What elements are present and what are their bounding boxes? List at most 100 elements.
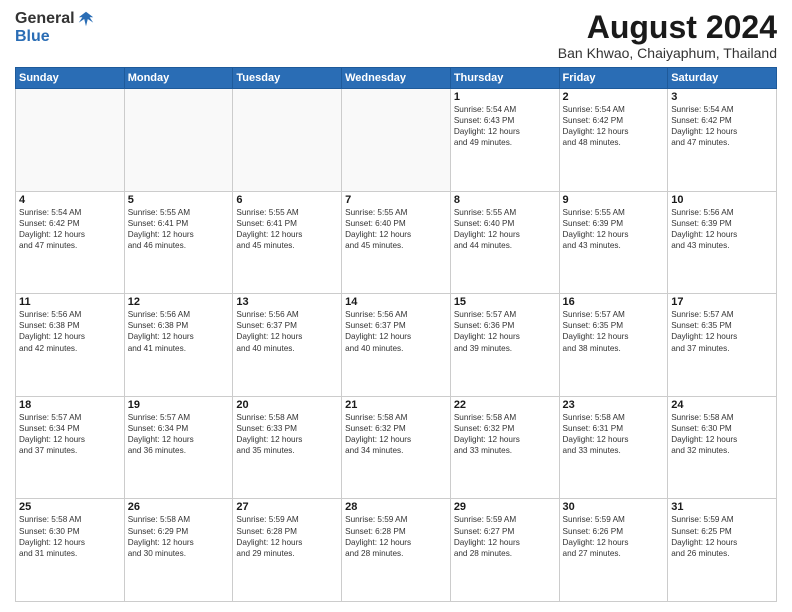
day-number: 29 <box>454 501 556 513</box>
day-number: 14 <box>345 296 447 308</box>
day-info: Sunrise: 5:59 AMSunset: 6:28 PMDaylight:… <box>345 514 447 558</box>
day-number: 6 <box>236 194 338 206</box>
day-info: Sunrise: 5:55 AMSunset: 6:41 PMDaylight:… <box>128 207 230 251</box>
day-number: 28 <box>345 501 447 513</box>
table-row: 30Sunrise: 5:59 AMSunset: 6:26 PMDayligh… <box>559 499 668 602</box>
calendar-week-1: 4Sunrise: 5:54 AMSunset: 6:42 PMDaylight… <box>16 191 777 294</box>
table-row: 13Sunrise: 5:56 AMSunset: 6:37 PMDayligh… <box>233 294 342 397</box>
table-row: 9Sunrise: 5:55 AMSunset: 6:39 PMDaylight… <box>559 191 668 294</box>
day-number: 15 <box>454 296 556 308</box>
header: General Blue August 2024 Ban Khwao, Chai… <box>15 10 777 61</box>
day-info: Sunrise: 5:54 AMSunset: 6:42 PMDaylight:… <box>671 104 773 148</box>
day-info: Sunrise: 5:56 AMSunset: 6:37 PMDaylight:… <box>345 309 447 353</box>
table-row: 7Sunrise: 5:55 AMSunset: 6:40 PMDaylight… <box>342 191 451 294</box>
header-monday: Monday <box>124 68 233 89</box>
day-number: 19 <box>128 399 230 411</box>
day-number: 25 <box>19 501 121 513</box>
page-subtitle: Ban Khwao, Chaiyaphum, Thailand <box>558 45 777 61</box>
calendar-table: Sunday Monday Tuesday Wednesday Thursday… <box>15 67 777 602</box>
day-number: 18 <box>19 399 121 411</box>
calendar-week-2: 11Sunrise: 5:56 AMSunset: 6:38 PMDayligh… <box>16 294 777 397</box>
day-number: 9 <box>563 194 665 206</box>
day-info: Sunrise: 5:58 AMSunset: 6:29 PMDaylight:… <box>128 514 230 558</box>
day-number: 17 <box>671 296 773 308</box>
day-info: Sunrise: 5:55 AMSunset: 6:39 PMDaylight:… <box>563 207 665 251</box>
day-number: 16 <box>563 296 665 308</box>
day-info: Sunrise: 5:55 AMSunset: 6:40 PMDaylight:… <box>345 207 447 251</box>
logo-g: General <box>15 11 75 27</box>
table-row: 19Sunrise: 5:57 AMSunset: 6:34 PMDayligh… <box>124 396 233 499</box>
day-info: Sunrise: 5:56 AMSunset: 6:39 PMDaylight:… <box>671 207 773 251</box>
table-row <box>342 89 451 192</box>
day-number: 24 <box>671 399 773 411</box>
day-info: Sunrise: 5:56 AMSunset: 6:38 PMDaylight:… <box>19 309 121 353</box>
table-row: 10Sunrise: 5:56 AMSunset: 6:39 PMDayligh… <box>668 191 777 294</box>
table-row: 11Sunrise: 5:56 AMSunset: 6:38 PMDayligh… <box>16 294 125 397</box>
table-row: 17Sunrise: 5:57 AMSunset: 6:35 PMDayligh… <box>668 294 777 397</box>
page: General Blue August 2024 Ban Khwao, Chai… <box>0 0 792 612</box>
table-row: 4Sunrise: 5:54 AMSunset: 6:42 PMDaylight… <box>16 191 125 294</box>
header-friday: Friday <box>559 68 668 89</box>
table-row: 15Sunrise: 5:57 AMSunset: 6:36 PMDayligh… <box>450 294 559 397</box>
title-block: August 2024 Ban Khwao, Chaiyaphum, Thail… <box>558 10 777 61</box>
day-number: 21 <box>345 399 447 411</box>
day-number: 26 <box>128 501 230 513</box>
table-row: 25Sunrise: 5:58 AMSunset: 6:30 PMDayligh… <box>16 499 125 602</box>
day-info: Sunrise: 5:58 AMSunset: 6:33 PMDaylight:… <box>236 412 338 456</box>
table-row: 3Sunrise: 5:54 AMSunset: 6:42 PMDaylight… <box>668 89 777 192</box>
calendar-week-4: 25Sunrise: 5:58 AMSunset: 6:30 PMDayligh… <box>16 499 777 602</box>
day-number: 10 <box>671 194 773 206</box>
day-info: Sunrise: 5:57 AMSunset: 6:34 PMDaylight:… <box>19 412 121 456</box>
day-number: 12 <box>128 296 230 308</box>
day-info: Sunrise: 5:55 AMSunset: 6:41 PMDaylight:… <box>236 207 338 251</box>
table-row: 27Sunrise: 5:59 AMSunset: 6:28 PMDayligh… <box>233 499 342 602</box>
day-info: Sunrise: 5:58 AMSunset: 6:30 PMDaylight:… <box>671 412 773 456</box>
calendar-week-3: 18Sunrise: 5:57 AMSunset: 6:34 PMDayligh… <box>16 396 777 499</box>
page-title: August 2024 <box>558 10 777 45</box>
table-row: 31Sunrise: 5:59 AMSunset: 6:25 PMDayligh… <box>668 499 777 602</box>
day-number: 5 <box>128 194 230 206</box>
calendar-header-row: Sunday Monday Tuesday Wednesday Thursday… <box>16 68 777 89</box>
day-number: 30 <box>563 501 665 513</box>
table-row: 6Sunrise: 5:55 AMSunset: 6:41 PMDaylight… <box>233 191 342 294</box>
day-info: Sunrise: 5:59 AMSunset: 6:26 PMDaylight:… <box>563 514 665 558</box>
table-row: 12Sunrise: 5:56 AMSunset: 6:38 PMDayligh… <box>124 294 233 397</box>
day-number: 23 <box>563 399 665 411</box>
table-row: 14Sunrise: 5:56 AMSunset: 6:37 PMDayligh… <box>342 294 451 397</box>
table-row: 18Sunrise: 5:57 AMSunset: 6:34 PMDayligh… <box>16 396 125 499</box>
header-tuesday: Tuesday <box>233 68 342 89</box>
day-info: Sunrise: 5:57 AMSunset: 6:35 PMDaylight:… <box>671 309 773 353</box>
table-row: 8Sunrise: 5:55 AMSunset: 6:40 PMDaylight… <box>450 191 559 294</box>
day-number: 20 <box>236 399 338 411</box>
day-info: Sunrise: 5:57 AMSunset: 6:35 PMDaylight:… <box>563 309 665 353</box>
header-saturday: Saturday <box>668 68 777 89</box>
table-row: 24Sunrise: 5:58 AMSunset: 6:30 PMDayligh… <box>668 396 777 499</box>
table-row: 29Sunrise: 5:59 AMSunset: 6:27 PMDayligh… <box>450 499 559 602</box>
header-thursday: Thursday <box>450 68 559 89</box>
day-info: Sunrise: 5:59 AMSunset: 6:25 PMDaylight:… <box>671 514 773 558</box>
table-row <box>233 89 342 192</box>
day-info: Sunrise: 5:58 AMSunset: 6:32 PMDaylight:… <box>345 412 447 456</box>
table-row: 23Sunrise: 5:58 AMSunset: 6:31 PMDayligh… <box>559 396 668 499</box>
table-row: 22Sunrise: 5:58 AMSunset: 6:32 PMDayligh… <box>450 396 559 499</box>
table-row: 26Sunrise: 5:58 AMSunset: 6:29 PMDayligh… <box>124 499 233 602</box>
table-row: 2Sunrise: 5:54 AMSunset: 6:42 PMDaylight… <box>559 89 668 192</box>
table-row: 16Sunrise: 5:57 AMSunset: 6:35 PMDayligh… <box>559 294 668 397</box>
day-number: 3 <box>671 91 773 103</box>
day-info: Sunrise: 5:56 AMSunset: 6:38 PMDaylight:… <box>128 309 230 353</box>
day-number: 22 <box>454 399 556 411</box>
table-row <box>16 89 125 192</box>
table-row: 1Sunrise: 5:54 AMSunset: 6:43 PMDaylight… <box>450 89 559 192</box>
day-info: Sunrise: 5:54 AMSunset: 6:43 PMDaylight:… <box>454 104 556 148</box>
day-number: 13 <box>236 296 338 308</box>
day-info: Sunrise: 5:57 AMSunset: 6:36 PMDaylight:… <box>454 309 556 353</box>
day-number: 2 <box>563 91 665 103</box>
day-number: 8 <box>454 194 556 206</box>
table-row: 28Sunrise: 5:59 AMSunset: 6:28 PMDayligh… <box>342 499 451 602</box>
day-number: 27 <box>236 501 338 513</box>
day-info: Sunrise: 5:58 AMSunset: 6:31 PMDaylight:… <box>563 412 665 456</box>
day-number: 4 <box>19 194 121 206</box>
day-info: Sunrise: 5:56 AMSunset: 6:37 PMDaylight:… <box>236 309 338 353</box>
logo-blue-label: Blue <box>15 29 95 45</box>
day-info: Sunrise: 5:59 AMSunset: 6:28 PMDaylight:… <box>236 514 338 558</box>
